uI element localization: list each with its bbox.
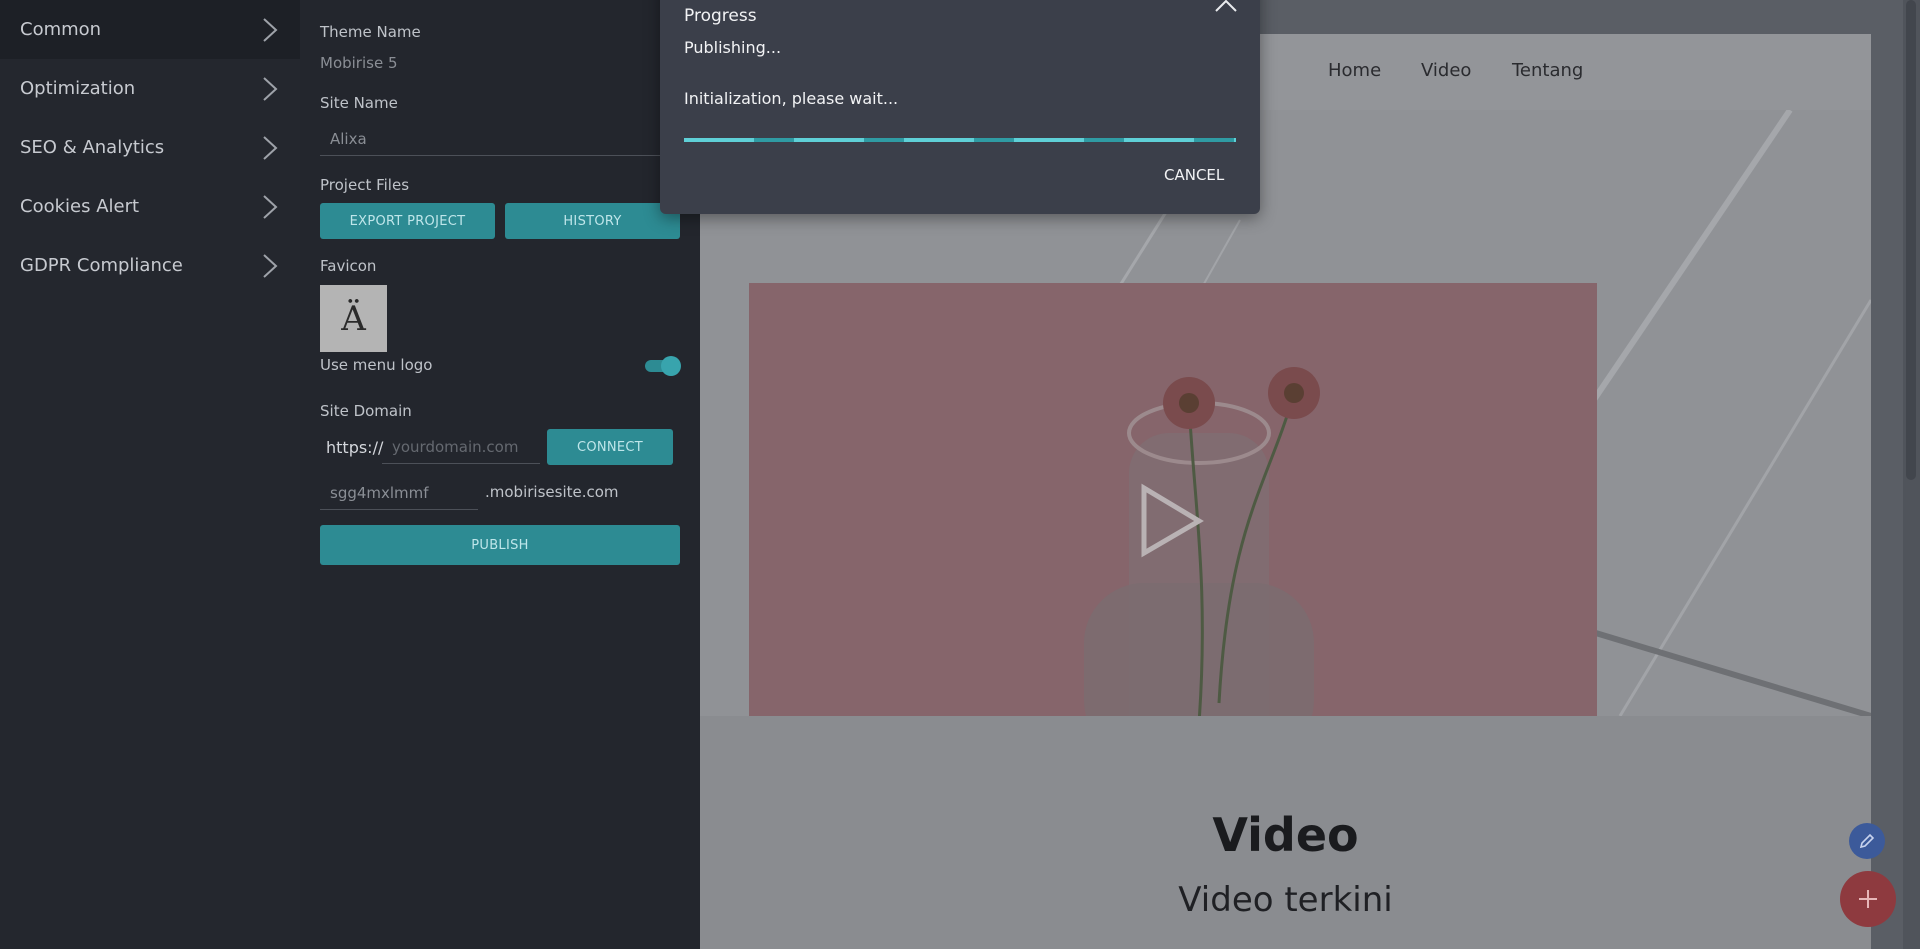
site-name-label: Site Name — [320, 94, 398, 112]
cancel-button[interactable]: CANCEL — [1164, 166, 1224, 184]
publish-button[interactable]: PUBLISH — [320, 525, 680, 565]
domain-input[interactable]: yourdomain.com — [382, 430, 540, 464]
menu-item-optimization[interactable]: Optimization — [0, 59, 300, 118]
subdomain-suffix: .mobirisesite.com — [485, 483, 619, 501]
menu-item-label: Cookies Alert — [20, 196, 140, 217]
menu-item-label: Common — [20, 19, 102, 40]
toggle-knob — [661, 356, 681, 376]
settings-menu: Common Optimization SEO & Analytics Cook… — [0, 0, 300, 949]
progress-bar — [684, 138, 1236, 142]
use-menu-logo-toggle[interactable] — [645, 356, 681, 376]
nav-link-tentang[interactable]: Tentang — [1512, 60, 1583, 81]
subdomain-input[interactable]: sgg4mxlmmf — [320, 476, 478, 510]
favicon-image[interactable]: Ä — [320, 285, 387, 352]
export-project-button[interactable]: EXPORT PROJECT — [320, 203, 495, 239]
menu-item-label: SEO & Analytics — [20, 137, 165, 158]
chevron-right-icon — [256, 16, 284, 44]
chevron-right-icon — [256, 252, 284, 280]
page-scrollbar[interactable] — [1903, 0, 1920, 949]
chevron-right-icon — [256, 75, 284, 103]
favicon-glyph: Ä — [341, 298, 366, 339]
menu-item-cookies-alert[interactable]: Cookies Alert — [0, 177, 300, 236]
pencil-icon — [1859, 833, 1875, 849]
menu-item-seo-analytics[interactable]: SEO & Analytics — [0, 118, 300, 177]
favicon-label: Favicon — [320, 257, 377, 275]
site-name-input[interactable]: Alixa — [320, 122, 680, 156]
add-block-fab-button[interactable] — [1840, 871, 1896, 927]
chevron-right-icon — [256, 193, 284, 221]
project-files-label: Project Files — [320, 176, 410, 194]
use-menu-logo-label: Use menu logo — [320, 356, 433, 374]
publishing-status: Publishing... — [684, 38, 782, 57]
initialization-message: Initialization, please wait... — [684, 89, 899, 108]
menu-item-label: Optimization — [20, 78, 136, 99]
theme-name-label: Theme Name — [320, 23, 421, 41]
protocol-label: https:// — [326, 438, 384, 457]
flower-jar-image — [749, 283, 1597, 716]
section-subtitle: Video terkini — [1178, 880, 1393, 920]
chevron-right-icon — [256, 134, 284, 162]
menu-item-common[interactable]: Common — [0, 0, 300, 59]
plus-icon — [1859, 890, 1877, 908]
progress-bar-fill — [684, 138, 1236, 142]
section-title: Video — [1212, 808, 1359, 862]
dialog-title: Progress — [684, 6, 757, 26]
menu-item-gdpr-compliance[interactable]: GDPR Compliance — [0, 236, 300, 295]
scrollbar-thumb[interactable] — [1906, 0, 1916, 480]
theme-name-value: Mobirise 5 — [320, 54, 398, 72]
menu-item-label: GDPR Compliance — [20, 255, 183, 276]
nav-link-home[interactable]: Home — [1328, 60, 1381, 81]
progress-dialog: Progress Publishing... Initialization, p… — [660, 0, 1260, 214]
connect-button[interactable]: CONNECT — [547, 429, 673, 465]
edit-fab-button[interactable] — [1849, 823, 1885, 859]
common-settings-panel: Theme Name Mobirise 5 Site Name Alixa Pr… — [300, 0, 700, 949]
history-button[interactable]: HISTORY — [505, 203, 680, 239]
nav-link-video[interactable]: Video — [1421, 60, 1471, 81]
close-icon[interactable] — [1213, 0, 1239, 20]
site-domain-label: Site Domain — [320, 402, 412, 420]
video-thumbnail[interactable] — [749, 283, 1597, 716]
